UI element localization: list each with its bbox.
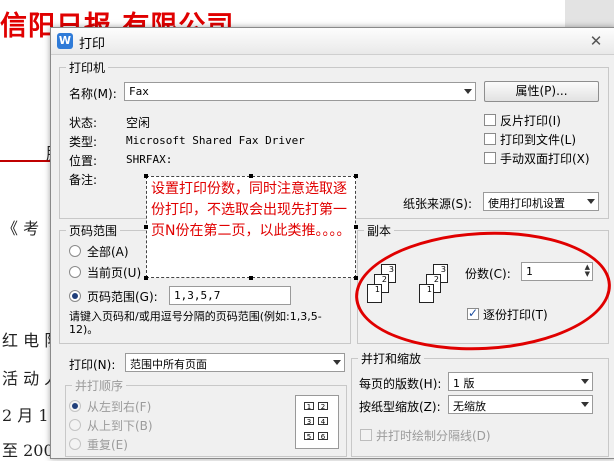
left-to-right-radio[interactable] xyxy=(69,400,81,412)
annotation-note: 设置打印份数，同时注意选取逐份打印，不选取会出现先打第一页N份在第二页，以此类推… xyxy=(146,176,356,278)
repeat-label: 重复(E) xyxy=(87,438,128,452)
top-to-bottom-radio[interactable] xyxy=(69,419,81,431)
current-page-label: 当前页(U) xyxy=(87,266,142,280)
resize-handle[interactable] xyxy=(354,225,358,229)
status-value: 空闲 xyxy=(126,116,151,130)
close-button[interactable]: ✕ xyxy=(585,31,607,51)
print-what-value: 范围中所有页面 xyxy=(130,358,207,371)
manual-duplex-checkbox[interactable] xyxy=(484,152,496,164)
type-label: 类型: xyxy=(69,135,98,149)
chevron-down-icon xyxy=(464,89,472,94)
resize-handle[interactable] xyxy=(249,174,253,178)
paper-source-label: 纸张来源(S): xyxy=(403,197,473,211)
chevron-down-icon xyxy=(587,199,595,204)
page-range-radio[interactable] xyxy=(69,290,81,302)
all-pages-label: 全部(A) xyxy=(87,245,129,259)
copies-legend: 副本 xyxy=(367,224,392,238)
resize-handle[interactable] xyxy=(354,276,358,280)
page-range-label: 页码范围(G): xyxy=(87,290,158,304)
preview-cell: 4 xyxy=(318,417,328,426)
resize-handle[interactable] xyxy=(249,276,253,280)
print-to-file-checkbox[interactable] xyxy=(484,133,496,145)
printer-name-select[interactable]: Fax xyxy=(124,82,476,101)
resize-handle[interactable] xyxy=(144,276,148,280)
location-label: 位置: xyxy=(69,154,98,168)
status-label: 状态: xyxy=(69,116,98,130)
location-value: SHRFAX: xyxy=(126,153,173,166)
print-order-legend: 并打顺序 xyxy=(75,379,124,393)
print-what-label: 打印(N): xyxy=(69,358,116,372)
current-page-radio[interactable] xyxy=(69,266,81,278)
dialog-titlebar[interactable]: W 打印 ✕ xyxy=(51,28,614,55)
top-to-bottom-label: 从上到下(B) xyxy=(87,419,153,433)
type-value: Microsoft Shared Fax Driver xyxy=(126,134,305,147)
printer-name-label: 名称(M): xyxy=(69,87,117,101)
resize-handle[interactable] xyxy=(144,225,148,229)
print-what-select[interactable]: 范围中所有页面 xyxy=(125,353,345,372)
printer-group-legend: 打印机 xyxy=(69,61,106,75)
preview-cell: 5 xyxy=(304,432,314,441)
left-to-right-label: 从左到右(F) xyxy=(87,400,152,414)
chevron-down-icon xyxy=(581,379,589,384)
pages-per-sheet-select[interactable]: 1 版 xyxy=(448,372,593,391)
chevron-down-icon xyxy=(333,360,341,365)
document-text-fragment: 2 月 1 xyxy=(2,406,49,425)
reverse-print-checkbox[interactable] xyxy=(484,114,496,126)
page-order-preview: 1 2 3 4 5 6 xyxy=(295,395,339,449)
page-range-legend: 页码范围 xyxy=(69,224,118,238)
printer-name-value: Fax xyxy=(129,85,149,98)
reverse-print-label: 反片打印(I) xyxy=(500,114,561,128)
comment-label: 备注: xyxy=(69,173,98,187)
paper-source-select[interactable]: 使用打印机设置 xyxy=(483,192,599,211)
wps-app-icon: W xyxy=(57,33,73,49)
document-text-fragment: 《 考 xyxy=(2,219,40,238)
zoom-legend: 并打和缩放 xyxy=(361,352,422,366)
draw-border-label: 并打时绘制分隔线(D) xyxy=(376,429,491,443)
all-pages-radio[interactable] xyxy=(69,245,81,257)
properties-button[interactable]: 属性(P)... xyxy=(484,81,599,102)
chevron-down-icon xyxy=(581,402,589,407)
print-to-file-label: 打印到文件(L) xyxy=(500,133,577,147)
pages-per-sheet-label: 每页的版数(H): xyxy=(359,377,442,391)
page-range-value: 1,3,5,7 xyxy=(174,289,221,302)
preview-cell: 6 xyxy=(318,432,328,441)
repeat-radio[interactable] xyxy=(69,438,81,450)
page-range-input[interactable]: 1,3,5,7 xyxy=(169,286,291,305)
dialog-title: 打印 xyxy=(79,37,106,52)
preview-cell: 3 xyxy=(304,417,314,426)
scale-label: 按纸型缩放(Z): xyxy=(359,400,441,414)
document-text-fragment: 至 200 xyxy=(2,441,54,460)
draw-border-checkbox[interactable] xyxy=(360,429,372,441)
manual-duplex-label: 手动双面打印(X) xyxy=(500,152,590,166)
preview-cell: 2 xyxy=(318,402,328,411)
scale-select[interactable]: 无缩放 xyxy=(448,395,593,414)
scale-value: 无缩放 xyxy=(453,400,486,413)
paper-source-value: 使用打印机设置 xyxy=(488,197,565,210)
page-range-hint: 请键入页码和/或用逗号分隔的页码范围(例如:1,3,5-12)。 xyxy=(69,310,322,336)
resize-handle[interactable] xyxy=(144,174,148,178)
preview-cell: 1 xyxy=(304,402,314,411)
resize-handle[interactable] xyxy=(354,174,358,178)
pages-per-sheet-value: 1 版 xyxy=(453,377,475,390)
